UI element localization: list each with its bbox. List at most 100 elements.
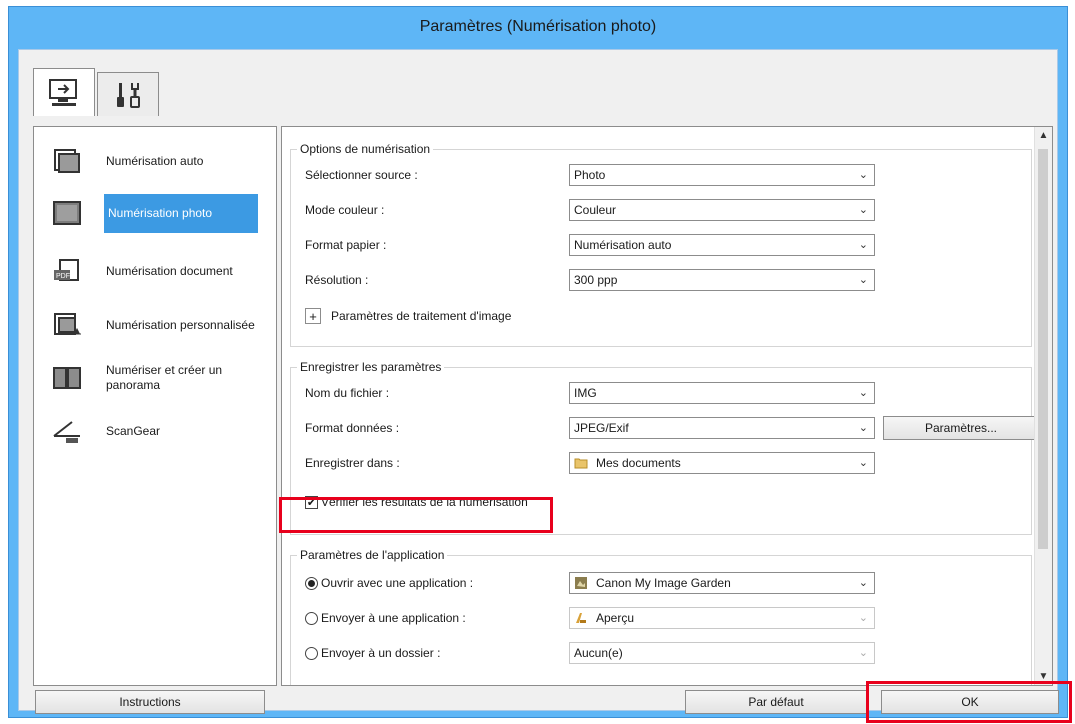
paper-size-select[interactable]: Numérisation auto ⌄: [569, 234, 875, 256]
resolution-select[interactable]: 300 ppp ⌄: [569, 269, 875, 291]
chevron-down-icon: ⌄: [858, 169, 868, 181]
image-garden-icon: [575, 577, 587, 589]
data-format-row: Format données : JPEG/Exif ⌄ Paramètres.…: [305, 416, 1039, 440]
format-settings-button[interactable]: Paramètres...: [883, 416, 1039, 440]
resolution-value: 300 ppp: [574, 273, 618, 287]
document-scan-icon: PDF: [54, 259, 79, 281]
chevron-down-icon: ⌄: [858, 274, 868, 286]
send-folder-select[interactable]: Aucun(e) ⌄: [569, 642, 875, 664]
chevron-down-icon: ⌄: [858, 612, 868, 624]
chevron-down-icon: ⌄: [858, 577, 868, 589]
paper-size-row: Format papier : Numérisation auto ⌄: [305, 234, 1025, 256]
group-legend: Enregistrer les paramètres: [297, 360, 445, 374]
auto-scan-icon: [54, 149, 80, 173]
nav-item-auto-scan[interactable]: Numérisation auto: [34, 141, 276, 181]
source-row: Sélectionner source : Photo ⌄: [305, 164, 1025, 186]
nav-item-scangear[interactable]: ScanGear: [34, 409, 276, 453]
image-processing-row: + Paramètres de traitement d'image: [305, 305, 1025, 327]
chevron-down-icon: ⌄: [858, 204, 868, 216]
filename-row: Nom du fichier : IMG ⌄: [305, 382, 1025, 404]
open-app-value: Canon My Image Garden: [596, 576, 731, 590]
open-app-select[interactable]: Canon My Image Garden ⌄: [569, 572, 875, 594]
paper-size-value: Numérisation auto: [574, 238, 672, 252]
send-folder-label[interactable]: Envoyer à un dossier :: [321, 646, 440, 660]
tools-icon: [117, 82, 140, 108]
filename-combo[interactable]: IMG ⌄: [569, 382, 875, 404]
panorama-icon: [53, 367, 81, 389]
tab-strip: [33, 68, 161, 116]
chevron-down-icon: ⌄: [858, 239, 868, 251]
scangear-icon: [53, 421, 80, 443]
application-settings-group: Paramètres de l'application Ouvrir avec …: [290, 548, 1032, 685]
nav-label: Numérisation auto: [106, 153, 204, 168]
nav-label: Numérisation document: [106, 263, 233, 278]
scan-mode-list: Numérisation auto Numérisation photo PDF…: [33, 126, 277, 686]
nav-item-panorama[interactable]: Numériser et créer un panorama: [34, 353, 276, 403]
send-folder-row: Envoyer à un dossier : Aucun(e) ⌄: [305, 642, 1025, 664]
data-format-select[interactable]: JPEG/Exif ⌄: [569, 417, 875, 439]
save-in-value: Mes documents: [596, 456, 681, 470]
chevron-down-icon: ⌄: [858, 647, 868, 659]
resolution-label: Résolution :: [305, 273, 369, 287]
save-in-row: Enregistrer dans : Mes documents ⌄: [305, 452, 1025, 474]
window-title: Paramètres (Numérisation photo): [419, 18, 657, 35]
send-folder-value: Aucun(e): [574, 646, 623, 660]
settings-dialog: Paramètres (Numérisation photo) Numérisa…: [8, 6, 1068, 718]
color-mode-value: Couleur: [574, 203, 617, 217]
send-folder-radio[interactable]: [305, 646, 318, 660]
computer-scan-icon: [49, 78, 77, 106]
highlight-ok-button: [866, 681, 1072, 723]
nav-item-photo-scan[interactable]: Numérisation photo: [34, 185, 276, 241]
resolution-row: Résolution : 300 ppp ⌄: [305, 269, 1025, 291]
save-in-select[interactable]: Mes documents ⌄: [569, 452, 875, 474]
nav-label: Numérisation photo: [104, 193, 258, 233]
custom-scan-icon: [54, 313, 81, 335]
nav-label: Numériser et créer un panorama: [106, 363, 223, 392]
source-value: Photo: [574, 168, 606, 182]
open-app-row: Ouvrir avec une application : Canon My I…: [305, 572, 1025, 594]
filename-value: IMG: [574, 386, 597, 400]
chevron-down-icon: ⌄: [858, 387, 868, 399]
open-app-radio[interactable]: [305, 576, 318, 590]
preview-app-icon: [576, 613, 586, 623]
photo-scan-icon: [53, 201, 81, 225]
folder-icon: [574, 458, 588, 469]
scroll-up-icon[interactable]: ▲: [1035, 127, 1052, 144]
source-label: Sélectionner source :: [305, 168, 418, 182]
default-button[interactable]: Par défaut: [685, 690, 867, 714]
send-app-radio[interactable]: [305, 611, 318, 625]
group-legend: Paramètres de l'application: [297, 548, 448, 562]
send-app-value: Aperçu: [596, 611, 635, 625]
send-app-label[interactable]: Envoyer à une application :: [321, 611, 466, 625]
dialog-client-area: Numérisation auto Numérisation photo PDF…: [18, 49, 1059, 714]
send-app-row: Envoyer à une application : Aperçu ⌄: [305, 607, 1025, 629]
data-format-label: Format données :: [305, 421, 400, 435]
image-processing-label: Paramètres de traitement d'image: [331, 309, 512, 323]
source-select[interactable]: Photo ⌄: [569, 164, 875, 186]
save-in-label: Enregistrer dans :: [305, 456, 400, 470]
scrollbar-thumb[interactable]: [1038, 149, 1048, 549]
color-mode-row: Mode couleur : Couleur ⌄: [305, 199, 1025, 221]
instructions-button[interactable]: Instructions: [35, 690, 265, 714]
send-app-select[interactable]: Aperçu ⌄: [569, 607, 875, 629]
filename-label: Nom du fichier :: [305, 386, 390, 400]
highlight-check-results: [279, 497, 553, 533]
tab-scan-settings[interactable]: [33, 68, 95, 116]
nav-label: ScanGear: [106, 423, 161, 438]
scan-options-group: Options de numérisation Sélectionner sou…: [290, 142, 1032, 347]
vertical-scrollbar[interactable]: ▲ ▼: [1034, 127, 1052, 685]
color-mode-label: Mode couleur :: [305, 203, 385, 217]
chevron-down-icon: ⌄: [858, 422, 868, 434]
group-legend: Options de numérisation: [297, 142, 434, 156]
nav-item-custom-scan[interactable]: Numérisation personnalisée: [34, 303, 276, 347]
chevron-down-icon: ⌄: [858, 457, 868, 469]
settings-panel: Options de numérisation Sélectionner sou…: [281, 126, 1053, 686]
open-app-label[interactable]: Ouvrir avec une application :: [321, 576, 473, 590]
expand-plus-icon[interactable]: +: [305, 308, 321, 324]
tab-general-settings[interactable]: [97, 72, 159, 116]
paper-size-label: Format papier :: [305, 238, 387, 252]
nav-item-document-scan[interactable]: PDF Numérisation document: [34, 249, 276, 293]
nav-label: Numérisation personnalisée: [106, 317, 255, 332]
color-mode-select[interactable]: Couleur ⌄: [569, 199, 875, 221]
data-format-value: JPEG/Exif: [574, 421, 629, 435]
